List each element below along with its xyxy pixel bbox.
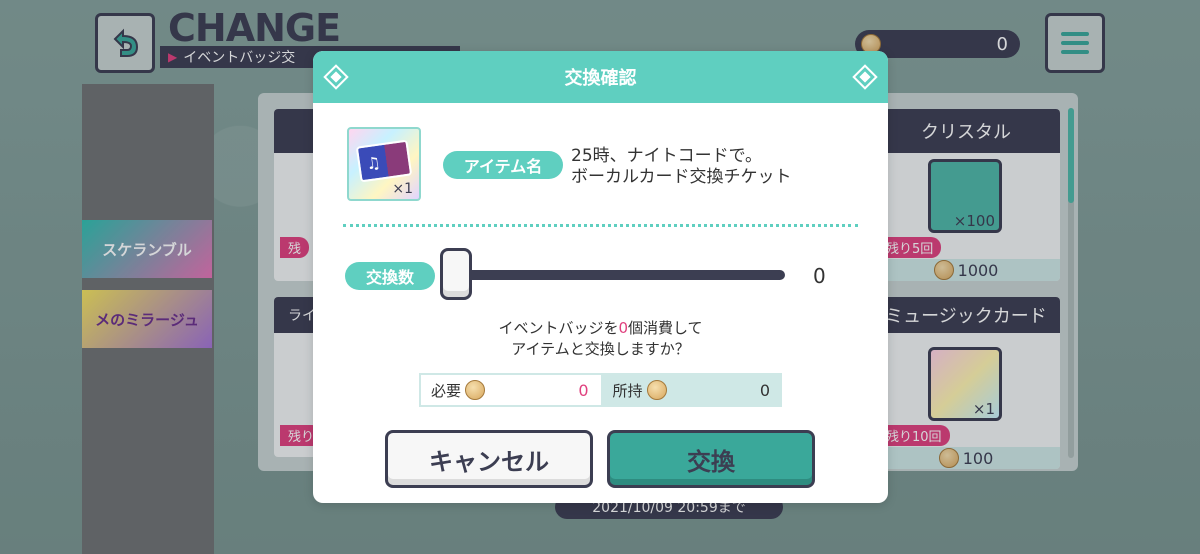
item-name-line-2: ボーカルカード交換チケット: [571, 167, 792, 187]
quantity-slider-track[interactable]: [453, 270, 785, 280]
confirm-line-1: イベントバッジを0個消費して: [313, 318, 888, 339]
item-name-label: アイテム名: [443, 151, 563, 179]
item-quantity: ×1: [392, 181, 413, 197]
slider-value: 0: [813, 264, 826, 288]
required-label-wrap: 必要: [431, 380, 486, 401]
dialog-header: 交換確認: [313, 51, 888, 103]
badge-coin-icon: [465, 380, 486, 400]
divider: [343, 224, 858, 227]
confirm-message: イベントバッジを0個消費して アイテムと交換しますか？: [313, 318, 888, 360]
exchange-count-label: 交換数: [345, 262, 435, 290]
diamond-icon: [323, 64, 349, 90]
quantity-slider-handle[interactable]: [440, 248, 472, 300]
confirm-suffix: 個消費して: [628, 319, 703, 337]
confirm-line-2: アイテムと交換しますか？: [511, 340, 690, 358]
ticket-icon: ♫: [355, 139, 413, 183]
badge-coin-icon: [646, 380, 667, 400]
item-name-line-1: 25時、ナイトコードで。: [571, 146, 762, 166]
confirm-prefix: イベントバッジを: [498, 319, 619, 337]
required-value: 0: [578, 380, 589, 400]
owned-label-wrap: 所持: [613, 380, 667, 401]
diamond-icon: [852, 64, 878, 90]
item-name: 25時、ナイトコードで。 ボーカルカード交換チケット: [571, 146, 792, 188]
owned-value: 0: [759, 380, 770, 400]
required-cell: 必要 0: [419, 373, 603, 407]
item-thumbnail: ♫ ×1: [347, 127, 421, 201]
owned-label: 所持: [612, 381, 643, 400]
confirm-count: 0: [618, 319, 628, 337]
required-label: 必要: [431, 381, 462, 400]
cancel-button[interactable]: キャンセル: [385, 430, 593, 488]
exchange-button[interactable]: 交換: [607, 430, 815, 488]
exchange-confirm-dialog: 交換確認 ♫ ×1 アイテム名 25時、ナイトコードで。 ボーカルカード交換チケ…: [313, 51, 888, 503]
dialog-title: 交換確認: [564, 68, 637, 89]
owned-cell: 所持 0: [602, 373, 782, 407]
cost-summary: 必要 0 所持 0: [419, 373, 782, 407]
